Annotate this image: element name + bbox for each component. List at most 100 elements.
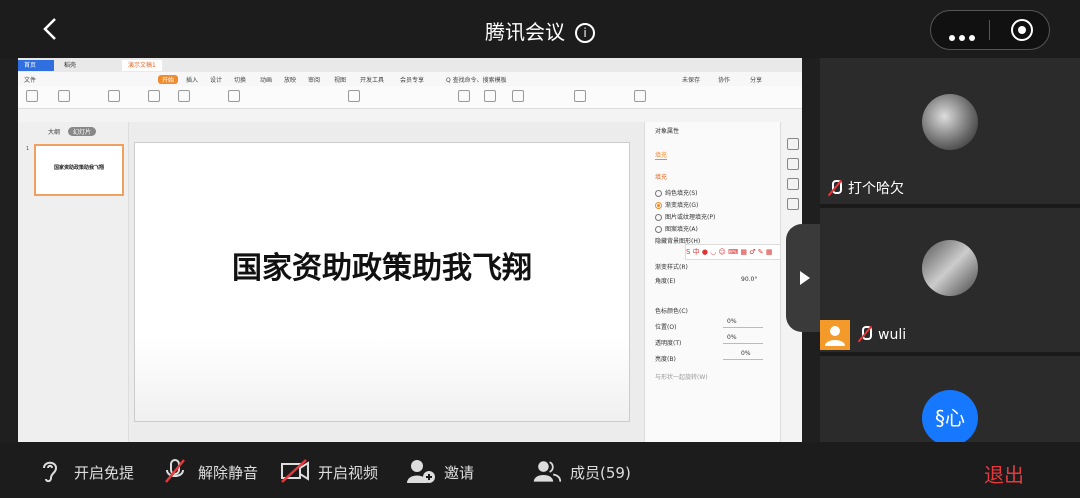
brightness-slider[interactable] <box>723 359 763 360</box>
fill-option-pattern[interactable]: 图案填充(A) <box>655 224 698 233</box>
mic-off-icon <box>165 459 185 483</box>
mic-off-icon <box>828 180 842 196</box>
slide-list-panel: 大纲 幻灯片 1 国家资助政策助我飞翔 <box>18 122 129 442</box>
help-icon[interactable] <box>787 198 799 210</box>
copy-icon[interactable] <box>787 178 799 190</box>
ear-icon <box>43 461 58 483</box>
angle-label: 角度(E) <box>655 278 676 285</box>
menu-member[interactable]: 会员专享 <box>400 75 424 84</box>
info-icon[interactable]: i <box>575 23 595 43</box>
position-slider[interactable] <box>723 327 763 328</box>
user-icon <box>820 320 850 350</box>
avatar <box>922 240 978 296</box>
participant-name-text: wuli <box>878 327 907 343</box>
tab-slides[interactable]: 幻灯片 <box>67 127 96 136</box>
fill-tab[interactable]: 填充 <box>655 150 668 160</box>
rotate-with-shape-option[interactable]: 与形状一起旋转(W) <box>655 372 708 381</box>
play-icon[interactable] <box>108 90 120 102</box>
menu-animation[interactable]: 动画 <box>260 75 272 84</box>
slide-title[interactable]: 国家资助政策助我飞翔 <box>135 243 629 287</box>
members-label: 成员(59) <box>570 464 631 482</box>
radio-picture[interactable] <box>655 214 662 221</box>
tab-presentation[interactable]: 演示文稿1 <box>122 60 162 71</box>
pin-icon[interactable] <box>787 158 799 170</box>
exit-button[interactable]: 退出 <box>984 459 1024 488</box>
brightness-value: 0% <box>741 350 751 357</box>
video-button[interactable]: 开启视频 <box>280 458 378 484</box>
panel-title: 对象属性 <box>655 128 680 135</box>
radio-solid[interactable] <box>655 190 662 197</box>
unmute-button[interactable]: 解除静音 <box>160 458 258 484</box>
menu-search[interactable]: Q 查找命令、搜索模板 <box>446 75 507 84</box>
speaker-button[interactable]: 开启免提 <box>36 458 134 484</box>
slide-thumbnail[interactable]: 国家资助政策助我飞翔 <box>34 144 124 196</box>
align-icon[interactable] <box>348 90 360 102</box>
ime-toolbar[interactable]: S 中 ● ◡ ☺ ⌨ ▦ ♂ ✎ ▦ <box>685 244 783 260</box>
tab-outline[interactable]: 大纲 <box>48 129 60 136</box>
new-slide-icon[interactable] <box>148 90 160 102</box>
menu-transition[interactable]: 切换 <box>234 75 246 84</box>
participant-name: 打个哈欠 <box>828 178 904 198</box>
speaker-label: 开启免提 <box>74 464 135 482</box>
menu-design[interactable]: 设计 <box>210 75 222 84</box>
menu-share[interactable]: 分享 <box>750 75 762 84</box>
fill-option-gradient[interactable]: 渐变填充(G) <box>655 200 698 209</box>
radio-pattern[interactable] <box>655 226 662 233</box>
brightness-label: 亮度(B) <box>655 356 676 363</box>
avatar <box>922 94 978 150</box>
invite-label: 邀请 <box>444 464 475 482</box>
picture-icon[interactable] <box>512 90 524 102</box>
transparency-slider[interactable] <box>723 343 763 344</box>
select-icon[interactable] <box>634 90 646 102</box>
participant-tile[interactable]: wuli <box>820 208 1080 352</box>
participant-tile[interactable]: §心 <box>820 356 1080 446</box>
shared-screen: 首页 稻壳 演示文稿1 文件 开始 插入 设计 切换 动画 放映 审阅 视图 开… <box>18 58 802 442</box>
cut-icon[interactable] <box>58 90 70 102</box>
bottom-toolbar: 开启免提 解除静音 开启视频 邀请 成员(59) 退出 <box>0 442 1080 498</box>
radio-gradient[interactable] <box>655 202 662 209</box>
video-off-icon <box>281 459 309 483</box>
close-target-icon[interactable] <box>1011 19 1033 41</box>
participant-tile[interactable]: 打个哈欠 <box>820 58 1080 204</box>
textbox-icon[interactable] <box>458 90 470 102</box>
ribbon-toolbar <box>18 86 802 109</box>
menu-devtools[interactable]: 开发工具 <box>360 75 384 84</box>
add-user-icon <box>407 460 435 483</box>
angle-input[interactable]: 90.0° <box>741 276 757 283</box>
menu-bar: 文件 开始 插入 设计 切换 动画 放映 审阅 视图 开发工具 会员专享 Q 查… <box>18 72 802 86</box>
expand-arrow-button[interactable] <box>786 224 820 332</box>
tab-home[interactable]: 首页 <box>18 60 54 71</box>
find-icon[interactable] <box>574 90 586 102</box>
shape-icon[interactable] <box>484 90 496 102</box>
properties-panel: 对象属性 填充 填充 纯色填充(S) 渐变填充(G) 图片或纹理填充(P) 图案… <box>644 122 783 442</box>
layout-icon[interactable] <box>178 90 190 102</box>
menu-collab[interactable]: 协作 <box>718 75 730 84</box>
menu-view[interactable]: 视图 <box>334 75 346 84</box>
slide[interactable]: 国家资助政策助我飞翔 <box>134 142 630 422</box>
menu-insert[interactable]: 插入 <box>186 75 198 84</box>
paste-icon[interactable] <box>26 90 38 102</box>
members-button[interactable]: 成员(59) <box>532 458 631 484</box>
menu-slideshow[interactable]: 放映 <box>284 75 296 84</box>
menu-review[interactable]: 审阅 <box>308 75 320 84</box>
participant-name: wuli <box>858 326 906 343</box>
members-icon <box>533 461 562 482</box>
properties-icon[interactable] <box>787 138 799 150</box>
option-picture-label: 图片或纹理填充(P) <box>665 214 716 221</box>
menu-start[interactable]: 开始 <box>158 75 179 84</box>
participant-name-text: 打个哈欠 <box>848 181 904 197</box>
menu-unsaved[interactable]: 未保存 <box>682 75 700 84</box>
tab-docer[interactable]: 稻壳 <box>58 60 82 71</box>
bold-icon[interactable] <box>228 90 240 102</box>
meeting-title: 腾讯会议 i <box>0 16 1080 45</box>
more-icon[interactable] <box>949 26 979 45</box>
invite-button[interactable]: 邀请 <box>406 458 474 484</box>
menu-file[interactable]: 文件 <box>24 75 36 84</box>
fill-option-picture[interactable]: 图片或纹理填充(P) <box>655 212 715 221</box>
mini-program-capsule <box>930 10 1050 50</box>
top-bar: 腾讯会议 i <box>0 0 1080 58</box>
color-stop-label: 色标颜色(C) <box>655 308 688 315</box>
video-label: 开启视频 <box>318 464 379 482</box>
fill-option-solid[interactable]: 纯色填充(S) <box>655 188 698 197</box>
slide-canvas: 国家资助政策助我飞翔 <box>129 122 644 442</box>
